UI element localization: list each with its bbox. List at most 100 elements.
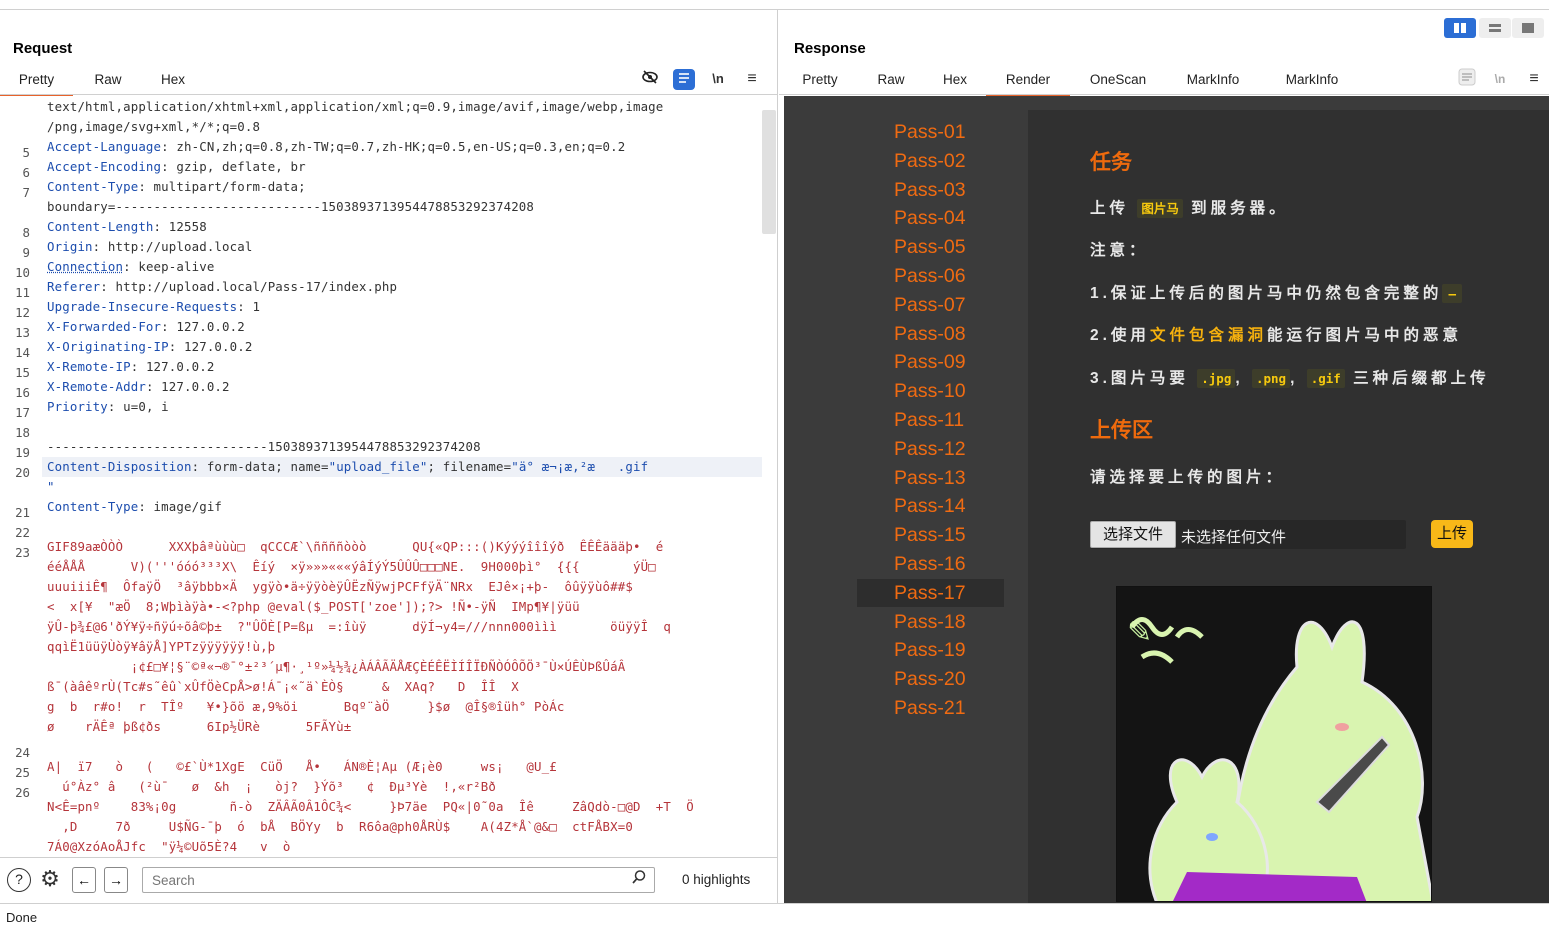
- code-line: ééÅÅÅ V)('''óóó³³³X\ Êíý ×ÿ»»»«««ýâÍýÝ5Û…: [47, 559, 656, 574]
- task-line-a: 上传: [1090, 200, 1130, 217]
- pass-link-pass-04[interactable]: Pass-04: [784, 204, 1004, 232]
- pass-link-pass-02[interactable]: Pass-02: [784, 147, 1004, 175]
- back-arrow-icon[interactable]: ←: [72, 867, 96, 893]
- tab-hex[interactable]: Hex: [937, 72, 973, 96]
- tab-raw[interactable]: Raw: [871, 72, 911, 96]
- code-line: A| ï7 ò ( ©£`Ù*1XgE CüÖ Å• ÁN®È¦Aµ (Æ¡è0…: [47, 759, 557, 774]
- line-number: 26: [15, 785, 30, 800]
- task-text: 上传 图片马 到服务器。: [1090, 196, 1289, 218]
- code-line: 7Á0@XzóAoÅJfc "ÿ¼©Uõ5È?4 v ò: [47, 839, 291, 854]
- menu-icon[interactable]: ≡: [1523, 68, 1545, 90]
- line-number: 10: [15, 265, 30, 280]
- search-input[interactable]: [142, 867, 655, 893]
- line-number: 20: [15, 465, 30, 480]
- line-number: 16: [15, 385, 30, 400]
- line-number: 19: [15, 445, 30, 460]
- pass-link-pass-21[interactable]: Pass-21: [784, 694, 1004, 722]
- upload-button[interactable]: 上传: [1431, 520, 1473, 548]
- uploaded-image-preview: ✎: [1116, 586, 1432, 902]
- request-bottom-bar: ? ⚙ ← → 0 highlights: [0, 857, 777, 902]
- note-3: 3.图片马要 .jpg, .png, .gif 三种后缀都上传: [1090, 369, 1490, 388]
- code-line: N<Ê=pnº 83%¡0g ñ-ò ZÄÂÃ0Â1ÔC¾< }Þ7äe PQ«…: [47, 799, 694, 814]
- choose-file-button[interactable]: 选择文件: [1090, 521, 1176, 548]
- editor-scrollbar[interactable]: [762, 110, 776, 234]
- pass-link-pass-09[interactable]: Pass-09: [784, 348, 1004, 376]
- pass-link-pass-01[interactable]: Pass-01: [784, 118, 1004, 146]
- code-line: uuuiiiÊ¶ ÔfaÿÖ ³âÿbbb×Ä ygÿò•ä÷ÿÿòèÿÛËzÑ…: [47, 579, 633, 594]
- pass-link-pass-11[interactable]: Pass-11: [784, 406, 1004, 434]
- pass-link-pass-06[interactable]: Pass-06: [784, 262, 1004, 290]
- note-2: 2.使用文件包含漏洞能运行图片马中的恶意: [1090, 327, 1462, 344]
- line-number: 22: [15, 525, 30, 540]
- pass-link-pass-16[interactable]: Pass-16: [784, 550, 1004, 578]
- tab-render[interactable]: Render: [986, 72, 1070, 96]
- no-file-label: 未选择任何文件: [1181, 529, 1287, 546]
- code-line: -----------------------------15038937139…: [47, 439, 481, 454]
- code-line: ø rÄÊª þß¢ðs 6Ip½ÜRè 5FÃYù±: [47, 719, 352, 734]
- file-include-vuln: 文件包含漏洞: [1149, 327, 1267, 344]
- tab-markinfo-1[interactable]: MarkInfo: [1179, 72, 1247, 96]
- highlights-count: 0 highlights: [682, 872, 751, 887]
- pass-link-pass-08[interactable]: Pass-08: [784, 320, 1004, 348]
- pass-link-pass-12[interactable]: Pass-12: [784, 435, 1004, 463]
- tab-markinfo-2[interactable]: MarkInfo: [1277, 72, 1347, 96]
- pass-link-pass-10[interactable]: Pass-10: [784, 377, 1004, 405]
- layout-switcher: [1444, 18, 1548, 38]
- pass-link-pass-03[interactable]: Pass-03: [784, 176, 1004, 204]
- layout-stack-icon[interactable]: [1479, 18, 1511, 38]
- tab-pretty[interactable]: Pretty: [0, 72, 73, 96]
- wrap-icon[interactable]: [1456, 68, 1478, 90]
- code-line: ß¯(àâêºrÙ(Tc#s˜êû`xÛfÖèCpÅ>ø!Á¯¡«˜ä`ÈÒ§ …: [47, 679, 519, 694]
- line-number: 13: [15, 325, 30, 340]
- note-1: 1.保证上传后的图片马中仍然包含完整的 —: [1090, 281, 1462, 303]
- line-number: 24: [15, 745, 30, 760]
- response-panel: Response Pretty Raw Hex Render OneScan M…: [779, 10, 1549, 903]
- pass-link-pass-15[interactable]: Pass-15: [784, 521, 1004, 549]
- code-line: Content-Type: multipart/form-data;: [47, 179, 306, 194]
- line-number: 6: [22, 165, 30, 180]
- layout-split-icon[interactable]: [1444, 18, 1476, 38]
- pass-link-pass-20[interactable]: Pass-20: [784, 665, 1004, 693]
- layout-single-icon[interactable]: [1512, 18, 1544, 38]
- render-view: Pass-01 Pass-02 Pass-03 Pass-04 Pass-05 Pass-…: [784, 96, 1549, 903]
- request-editor[interactable]: text/html,application/xhtml+xml,applicat…: [0, 95, 776, 857]
- line-number: 9: [22, 245, 30, 260]
- settings-icon[interactable]: ⚙: [37, 868, 63, 890]
- line-number: 25: [15, 765, 30, 780]
- response-title: Response: [794, 40, 866, 57]
- tab-onescan[interactable]: OneScan: [1081, 72, 1155, 96]
- hide-icon[interactable]: [639, 68, 661, 90]
- code-line: Upgrade-Insecure-Requests: 1: [47, 299, 261, 314]
- line-number: 7: [22, 185, 30, 200]
- pass-link-pass-14[interactable]: Pass-14: [784, 492, 1004, 520]
- tab-raw[interactable]: Raw: [82, 72, 134, 96]
- newline-icon[interactable]: \n: [707, 68, 729, 90]
- code-line: Origin: http://upload.local: [47, 239, 253, 254]
- code-line: Connection: keep-alive: [47, 259, 215, 274]
- line-number: 5: [22, 145, 30, 160]
- code-line: ¡¢£□¥¦§¨©ª«¬­®¯°±²³´µ¶·¸¹º»¼½¾¿ÀÁÂÃÄÅÆÇÈ…: [47, 659, 626, 674]
- newline-icon[interactable]: \n: [1489, 68, 1511, 90]
- code-line: /png,image/svg+xml,*/*;q=0.8: [47, 119, 261, 134]
- code-line: Priority: u=0, i: [47, 399, 169, 414]
- request-tabs: Pretty Raw Hex: [0, 72, 640, 96]
- tab-hex[interactable]: Hex: [150, 72, 196, 96]
- wrap-icon[interactable]: [673, 69, 695, 90]
- code-line: X-Forwarded-For: 127.0.0.2: [47, 319, 245, 334]
- search-icon[interactable]: [628, 869, 650, 891]
- response-tabs: Pretty Raw Hex Render OneScan MarkInfo M…: [779, 72, 1439, 96]
- help-icon[interactable]: ?: [7, 868, 31, 892]
- pass-link-pass-19[interactable]: Pass-19: [784, 636, 1004, 664]
- pass-link-pass-18[interactable]: Pass-18: [784, 608, 1004, 636]
- task-line-b: 到服务器。: [1191, 200, 1289, 217]
- menu-icon[interactable]: ≡: [741, 68, 763, 90]
- code-line: Content-Disposition: form-data; name="up…: [47, 459, 649, 474]
- pass-link-pass-05[interactable]: Pass-05: [784, 233, 1004, 261]
- code-line: Accept-Encoding: gzip, deflate, br: [47, 159, 306, 174]
- pass-link-pass-13[interactable]: Pass-13: [784, 464, 1004, 492]
- tab-pretty[interactable]: Pretty: [795, 72, 845, 96]
- pass-link-pass-17[interactable]: Pass-17: [857, 578, 1004, 607]
- pass-link-pass-07[interactable]: Pass-07: [784, 291, 1004, 319]
- code-line: ÿÛ-þ¾£@6'ðÝ¥ÿ÷ñÿú÷õâ©þ± ?"ÛÖÈ[P=ßµ =:îùÿ…: [47, 619, 672, 634]
- forward-arrow-icon[interactable]: →: [104, 867, 128, 893]
